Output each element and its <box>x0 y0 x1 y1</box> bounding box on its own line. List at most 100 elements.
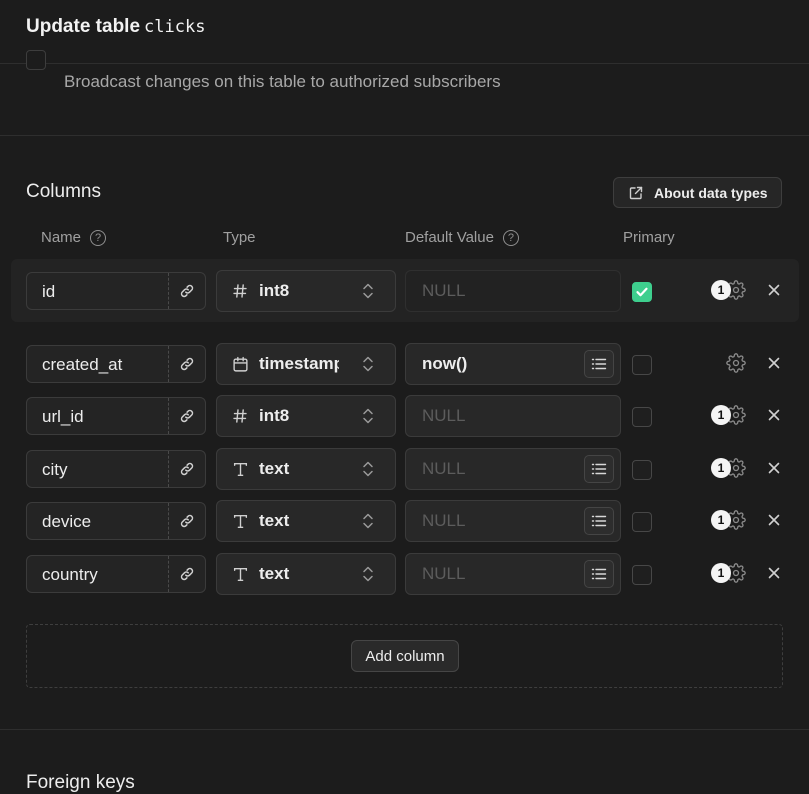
default-value-input[interactable]: NULL <box>405 553 621 595</box>
suggestions-list-button[interactable] <box>584 507 614 535</box>
hash-icon <box>231 407 249 425</box>
chevron-updown-icon <box>360 406 376 431</box>
primary-key-checkbox[interactable] <box>632 282 652 302</box>
column-header-default: Default Value ? <box>405 229 519 246</box>
link-icon <box>179 283 195 299</box>
foreign-key-link-button[interactable] <box>168 273 205 309</box>
list-icon <box>591 462 607 476</box>
column-header-primary: Primary <box>623 229 675 246</box>
count-badge: 1 <box>711 405 731 425</box>
foreign-key-link-button[interactable] <box>168 451 205 487</box>
realtime-checkbox[interactable] <box>26 50 46 70</box>
column-type-select[interactable]: timestamptz <box>216 343 396 385</box>
column-header-type: Type <box>223 229 256 246</box>
default-value-text: NULL <box>422 406 466 425</box>
section-divider <box>0 135 809 136</box>
link-icon <box>179 513 195 529</box>
column-type-value: int8 <box>259 281 290 300</box>
default-value-text: NULL <box>422 511 466 530</box>
default-value-input[interactable]: now() <box>405 343 621 385</box>
section-divider <box>0 729 809 730</box>
column-type-select[interactable]: int8 <box>216 395 396 437</box>
foreign-key-link-button[interactable] <box>168 346 205 382</box>
column-type-value: int8 <box>259 406 290 425</box>
column-type-value: text <box>259 511 290 530</box>
default-value-text: NULL <box>422 459 466 478</box>
count-badge: 1 <box>711 563 731 583</box>
about-data-types-button[interactable]: About data types <box>613 177 782 208</box>
default-value-text: now() <box>422 354 468 373</box>
foreign-keys-title: Foreign keys <box>26 772 135 793</box>
panel-title: Update table clicks <box>26 16 205 38</box>
gear-icon[interactable] <box>726 353 746 373</box>
external-link-icon <box>629 186 643 199</box>
column-type-select[interactable]: text <box>216 500 396 542</box>
column-type-value: timestamptz <box>259 354 339 373</box>
remove-column-button[interactable] <box>764 563 784 583</box>
close-icon <box>767 408 781 422</box>
column-name-value: country <box>42 565 98 584</box>
foreign-key-link-button[interactable] <box>168 503 205 539</box>
default-value-input[interactable]: NULL <box>405 448 621 490</box>
help-icon[interactable]: ? <box>90 229 107 246</box>
close-icon <box>767 513 781 527</box>
link-icon <box>179 461 195 477</box>
suggestions-list-button[interactable] <box>584 560 614 588</box>
foreign-key-link-button[interactable] <box>168 556 205 592</box>
column-name-input[interactable]: city <box>26 450 206 488</box>
chevron-updown-icon <box>360 354 376 379</box>
columns-section-title: Columns <box>26 181 101 202</box>
primary-key-checkbox[interactable] <box>632 407 652 427</box>
column-name-value: created_at <box>42 355 123 374</box>
primary-key-checkbox[interactable] <box>632 512 652 532</box>
remove-column-button[interactable] <box>764 458 784 478</box>
column-name-value: id <box>42 282 56 301</box>
table-name: clicks <box>144 17 206 37</box>
count-badge: 1 <box>711 510 731 530</box>
column-type-select[interactable]: text <box>216 553 396 595</box>
column-header-type-label: Type <box>223 229 256 246</box>
column-name-input[interactable]: url_id <box>26 397 206 435</box>
list-icon <box>591 514 607 528</box>
column-name-input[interactable]: device <box>26 502 206 540</box>
panel-title-text: Update table <box>26 16 141 37</box>
panel-header: Update table clicks <box>0 0 809 64</box>
remove-column-button[interactable] <box>764 405 784 425</box>
column-name-value: url_id <box>42 407 84 426</box>
chevron-updown-icon <box>360 511 376 536</box>
column-header-name-label: Name <box>41 229 82 246</box>
chevron-updown-icon <box>360 459 376 484</box>
column-name-input[interactable]: created_at <box>26 345 206 383</box>
column-name-input[interactable]: id <box>26 272 206 310</box>
about-data-types-label: About data types <box>654 184 768 201</box>
chevron-updown-icon <box>360 281 376 306</box>
list-icon <box>591 567 607 581</box>
remove-column-button[interactable] <box>764 510 784 530</box>
suggestions-list-button[interactable] <box>584 455 614 483</box>
remove-column-button[interactable] <box>764 280 784 300</box>
column-name-input[interactable]: country <box>26 555 206 593</box>
hash-icon <box>231 282 249 300</box>
default-value-input[interactable]: NULL <box>405 395 621 437</box>
count-badge: 1 <box>711 458 731 478</box>
link-icon <box>179 356 195 372</box>
default-value-input[interactable]: NULL <box>405 500 621 542</box>
close-icon <box>767 283 781 297</box>
count-badge: 1 <box>711 280 731 300</box>
help-icon[interactable]: ? <box>502 229 519 246</box>
column-header-name: Name ? <box>41 229 107 246</box>
default-value-input[interactable]: NULL <box>405 270 621 312</box>
default-value-text: NULL <box>422 564 466 583</box>
primary-key-checkbox[interactable] <box>632 355 652 375</box>
column-type-select[interactable]: int8 <box>216 270 396 312</box>
primary-key-checkbox[interactable] <box>632 460 652 480</box>
remove-column-button[interactable] <box>764 353 784 373</box>
column-type-value: text <box>259 459 290 478</box>
column-type-select[interactable]: text <box>216 448 396 490</box>
column-name-value: device <box>42 512 92 531</box>
suggestions-list-button[interactable] <box>584 350 614 378</box>
text-type-icon <box>231 565 249 583</box>
add-column-button[interactable]: Add column <box>351 640 459 672</box>
foreign-key-link-button[interactable] <box>168 398 205 434</box>
primary-key-checkbox[interactable] <box>632 565 652 585</box>
